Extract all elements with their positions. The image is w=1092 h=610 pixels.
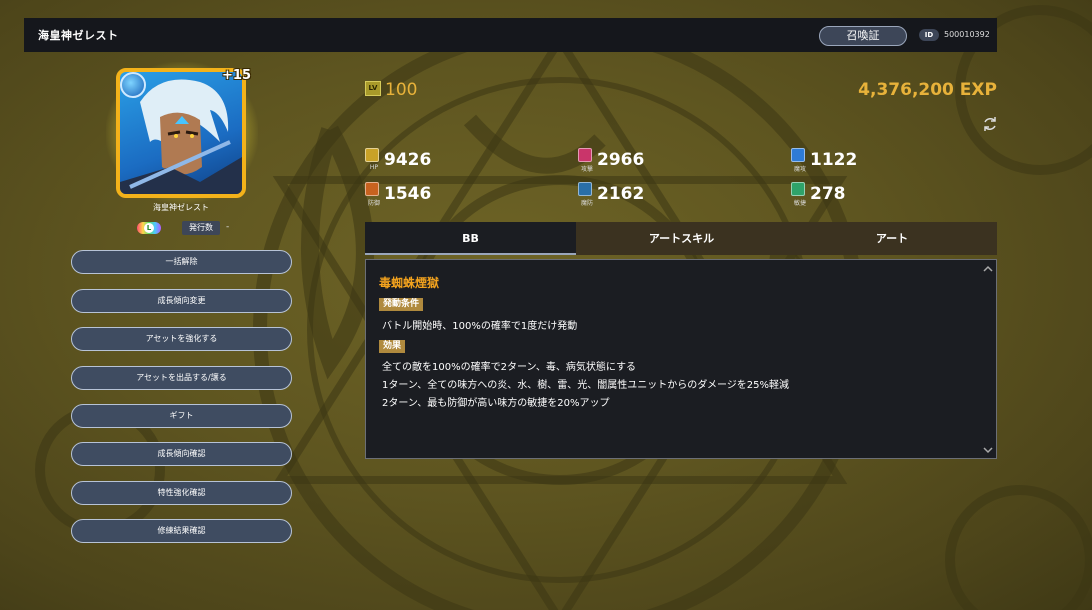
issue-count-label: 発行数 [182, 221, 220, 235]
change-growth-button[interactable]: 成長傾向変更 [71, 289, 292, 313]
stat-attack: 攻撃 2966 [578, 148, 778, 178]
summon-certificate-button[interactable]: 召喚証 [819, 26, 907, 46]
effect-line: 全ての敵を100%の確率で2ターン、毒、病気状態にする [382, 362, 636, 373]
rarity-letter: L [144, 223, 154, 233]
plus-level-badge: +15 [222, 68, 251, 83]
view-trait-enhance-button[interactable]: 特性強化確認 [71, 481, 292, 505]
stat-label: 魔防 [580, 200, 593, 207]
rarity-badge: L [137, 222, 161, 234]
stat-value: 278 [810, 184, 846, 204]
tab-bb[interactable]: BB [365, 222, 576, 255]
stat-magic-attack: 魔攻 1122 [791, 148, 991, 178]
effect-tag: 効果 [379, 340, 406, 353]
sell-transfer-asset-button[interactable]: アセットを出品する/譲る [71, 366, 292, 390]
issue-count-value: - [226, 222, 230, 232]
magic-defense-icon [578, 182, 592, 196]
stat-label: 魔攻 [793, 166, 806, 173]
stat-label: 敏捷 [793, 200, 806, 207]
stat-defense: 防御 1546 [365, 182, 565, 212]
defense-icon [365, 182, 379, 196]
top-bar: 海皇神ゼレスト 召喚証 ID 500010392 [24, 18, 997, 52]
effect-line: 1ターン、全ての味方への炎、水、樹、雷、光、闇属性ユニットからのダメージを25%… [382, 380, 789, 391]
stat-value: 1546 [384, 184, 432, 204]
tab-art-skill[interactable]: アートスキル [576, 222, 787, 255]
stat-magic-defense: 魔防 2162 [578, 182, 778, 212]
stat-value: 1122 [810, 150, 858, 170]
stat-value: 2966 [597, 150, 645, 170]
stat-value: 9426 [384, 150, 432, 170]
id-badge: ID [919, 29, 939, 41]
stat-label: 攻撃 [580, 166, 593, 173]
trigger-tag: 発動条件 [379, 298, 424, 311]
scroll-down-icon[interactable] [983, 445, 993, 455]
unit-name: 海皇神ゼレスト [153, 203, 209, 212]
enhance-asset-button[interactable]: アセットを強化する [71, 327, 292, 351]
effect-line: 2ターン、最も防御が高い味方の敏捷を20%アップ [382, 398, 610, 409]
stat-agility: 敏捷 278 [791, 182, 991, 212]
id-value: 500010392 [944, 30, 990, 39]
gift-button[interactable]: ギフト [71, 404, 292, 428]
refresh-icon[interactable] [982, 116, 998, 132]
stat-value: 2162 [597, 184, 645, 204]
attack-icon [578, 148, 592, 162]
skill-tabs: BB アートスキル アート [365, 222, 997, 255]
stat-hp: HP 9426 [365, 148, 565, 178]
stat-label: 防御 [367, 200, 380, 207]
trigger-text: バトル開始時、100%の確率で1度だけ発動 [382, 321, 578, 332]
view-training-result-button[interactable]: 修練結果確認 [71, 519, 292, 543]
skill-name: 毒蜘蛛煙獄 [379, 276, 440, 290]
view-growth-button[interactable]: 成長傾向確認 [71, 442, 292, 466]
skill-panel: 毒蜘蛛煙獄 発動条件 バトル開始時、100%の確率で1度だけ発動 効果 全ての敵… [365, 259, 997, 459]
bulk-release-button[interactable]: 一括解除 [71, 250, 292, 274]
stat-label: HP [369, 164, 379, 171]
agility-icon [791, 182, 805, 196]
page-title: 海皇神ゼレスト [38, 29, 119, 42]
water-element-icon [120, 72, 146, 98]
tab-art[interactable]: アート [787, 222, 997, 255]
level-icon: LV [365, 81, 381, 96]
exp-value: 4,376,200 EXP [858, 80, 997, 100]
scroll-up-icon[interactable] [983, 264, 993, 274]
level-value: 100 [385, 80, 418, 100]
hp-icon [365, 148, 379, 162]
magic-attack-icon [791, 148, 805, 162]
